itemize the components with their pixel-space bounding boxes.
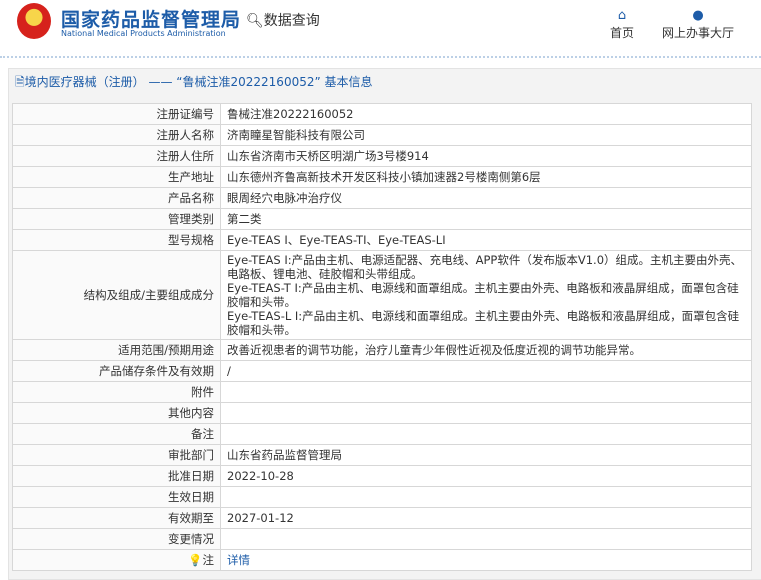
row-label: 其他内容 xyxy=(12,402,221,424)
row-value: 第二类 xyxy=(220,208,752,230)
row-label: 附件 xyxy=(12,381,221,403)
row-value: 2022-10-28 xyxy=(220,465,752,487)
data-query-title: 🔍︎数据查询 xyxy=(246,10,320,30)
table-row: 批准日期 2022-10-28 xyxy=(12,465,752,487)
row-value xyxy=(220,528,752,550)
table-row: 结构及组成/主要组成成分 Eye-TEAS I:产品由主机、电源适配器、充电线、A… xyxy=(12,250,752,340)
user-icon: ● xyxy=(692,8,704,23)
row-value: 鲁械注准20222160052 xyxy=(220,103,752,125)
data-query-label: 数据查询 xyxy=(263,13,320,29)
site-header: 国家药品监督管理局 National Medical Products Admi… xyxy=(0,0,761,58)
row-label: 注册人名称 xyxy=(12,124,221,146)
row-label: 适用范围/预期用途 xyxy=(12,339,221,361)
row-value xyxy=(220,402,752,424)
row-value: 眼周经穴电脉冲治疗仪 xyxy=(220,187,752,209)
nav-home[interactable]: ⌂ 首页 xyxy=(610,8,634,41)
table-row: 适用范围/预期用途 改善近视患者的调节功能，治疗儿童青少年假性近视及低度近视的调节… xyxy=(12,339,752,361)
site-subtitle: National Medical Products Administration xyxy=(61,29,226,38)
table-row: 审批部门 山东省药品监督管理局 xyxy=(12,444,752,466)
note-row: 💡注 详情 xyxy=(12,549,752,571)
row-label: 有效期至 xyxy=(12,507,221,529)
nav-online-hall-label: 网上办事大厅 xyxy=(662,26,735,40)
table-row: 其他内容 xyxy=(12,402,752,424)
table-row: 生产地址 山东德州齐鲁高新技术开发区科技小镇加速器2号楼南侧第6层 xyxy=(12,166,752,188)
table-row: 有效期至 2027-01-12 xyxy=(12,507,752,529)
table-row: 变更情况 xyxy=(12,528,752,550)
table-row: 注册人名称 济南瞳星智能科技有限公司 xyxy=(12,124,752,146)
site-title: 国家药品监督管理局 xyxy=(61,9,242,31)
row-label: 备注 xyxy=(12,423,221,445)
row-label: 注册证编号 xyxy=(12,103,221,125)
document-icon: 🗎 xyxy=(15,75,25,89)
row-label: 生产地址 xyxy=(12,166,221,188)
table-row: 型号规格 Eye-TEAS Ⅰ、Eye-TEAS-TⅠ、Eye-TEAS-LⅠ xyxy=(12,229,752,251)
row-label: 变更情况 xyxy=(12,528,221,550)
row-value: 山东省济南市天桥区明湖广场3号楼914 xyxy=(220,145,752,167)
details-link[interactable]: 详情 xyxy=(227,553,250,567)
row-value xyxy=(220,486,752,508)
table-row: 产品储存条件及有效期 / xyxy=(12,360,752,382)
row-value: 山东德州齐鲁高新技术开发区科技小镇加速器2号楼南侧第6层 xyxy=(220,166,752,188)
row-label: 管理类别 xyxy=(12,208,221,230)
row-label: 注册人住所 xyxy=(12,145,221,167)
nav-home-label: 首页 xyxy=(610,26,635,40)
national-emblem-logo xyxy=(17,3,51,39)
table-row: 备注 xyxy=(12,423,752,445)
info-table: 注册证编号 鲁械注准20222160052 注册人名称 济南瞳星智能科技有限公司 注册人… xyxy=(12,103,752,571)
search-document-icon: 🔍︎ xyxy=(246,13,264,29)
table-row: 注册人住所 山东省济南市天桥区明湖广场3号楼914 xyxy=(12,145,752,167)
row-value: Eye-TEAS Ⅰ、Eye-TEAS-TⅠ、Eye-TEAS-LⅠ xyxy=(220,229,752,251)
note-value: 详情 xyxy=(220,549,752,571)
row-label: 批准日期 xyxy=(12,465,221,487)
row-value: Eye-TEAS I:产品由主机、电源适配器、充电线、APP软件（发布版本V1.… xyxy=(220,250,752,340)
table-row: 管理类别 第二类 xyxy=(12,208,752,230)
row-label: 审批部门 xyxy=(12,444,221,466)
table-row: 注册证编号 鲁械注准20222160052 xyxy=(12,103,752,125)
note-label: 💡注 xyxy=(12,549,221,571)
row-label: 生效日期 xyxy=(12,486,221,508)
row-label: 型号规格 xyxy=(12,229,221,251)
row-value: 济南瞳星智能科技有限公司 xyxy=(220,124,752,146)
row-value: 2027-01-12 xyxy=(220,507,752,529)
row-value xyxy=(220,423,752,445)
row-label: 结构及组成/主要组成成分 xyxy=(12,250,221,340)
row-value: 改善近视患者的调节功能，治疗儿童青少年假性近视及低度近视的调节功能异常。 xyxy=(220,339,752,361)
row-value: 山东省药品监督管理局 xyxy=(220,444,752,466)
panel-title: 🗎境内医疗器械（注册） —— “鲁械注准20222160052” 基本信息 xyxy=(9,69,761,96)
row-value: / xyxy=(220,360,752,382)
table-row: 产品名称 眼周经穴电脉冲治疗仪 xyxy=(12,187,752,209)
panel-title-text: 境内医疗器械（注册） —— “鲁械注准20222160052” 基本信息 xyxy=(24,75,373,89)
row-label: 产品名称 xyxy=(12,187,221,209)
row-label: 产品储存条件及有效期 xyxy=(12,360,221,382)
nav-online-hall[interactable]: ● 网上办事大厅 xyxy=(662,8,734,41)
table-row: 生效日期 xyxy=(12,486,752,508)
note-label-text: 注 xyxy=(202,553,215,567)
table-row: 附件 xyxy=(12,381,752,403)
lightbulb-icon: 💡 xyxy=(188,553,203,567)
row-value xyxy=(220,381,752,403)
home-icon: ⌂ xyxy=(617,8,627,23)
